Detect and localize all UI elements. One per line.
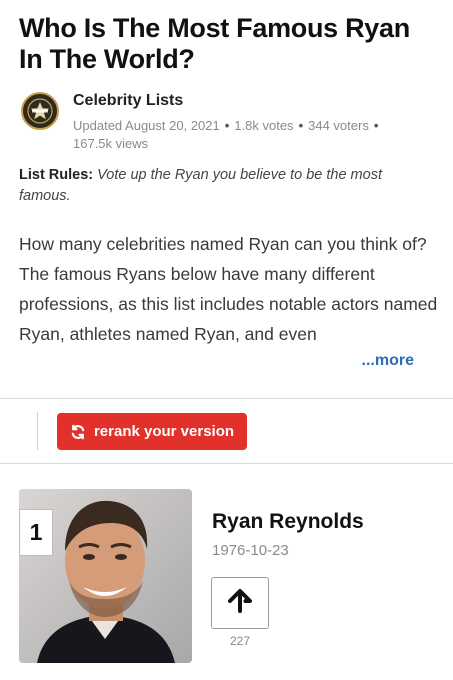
page-title: Who Is The Most Famous Ryan In The World… (19, 13, 410, 74)
list-description: How many celebrities named Ryan can you … (19, 234, 438, 344)
more-link[interactable]: ...more (362, 352, 414, 370)
rerank-button[interactable]: rerank your version (57, 413, 247, 450)
upvote-button[interactable] (211, 577, 269, 629)
upvote-count: 227 (229, 634, 251, 648)
updated-date: Updated August 20, 2021 (73, 118, 220, 133)
separator-dot: • (224, 118, 230, 133)
vertical-divider (37, 412, 38, 450)
divider (0, 463, 453, 464)
author-name[interactable]: Celebrity Lists (73, 92, 183, 110)
separator-dot: • (298, 118, 304, 133)
list-rules: List Rules: Vote up the Ryan you believe… (19, 165, 429, 207)
voters-count: 344 voters (308, 118, 369, 133)
votes-count: 1.8k votes (234, 118, 294, 133)
separator-dot: • (373, 118, 379, 133)
rank-badge: 1 (19, 509, 53, 556)
divider (0, 398, 453, 399)
arrow-up-icon (227, 588, 253, 619)
list-meta: Updated August 20, 2021 • 1.8k votes • 344 v… (73, 117, 423, 153)
refresh-icon (70, 424, 86, 440)
rules-label: List Rules: (19, 167, 94, 183)
rerank-label: rerank your version (93, 423, 235, 440)
views-count: 167.5k views (73, 136, 149, 151)
item-name[interactable]: Ryan Reynolds (212, 510, 364, 534)
author-logo[interactable] (21, 92, 59, 130)
item-date: 1976-10-23 (212, 542, 289, 559)
